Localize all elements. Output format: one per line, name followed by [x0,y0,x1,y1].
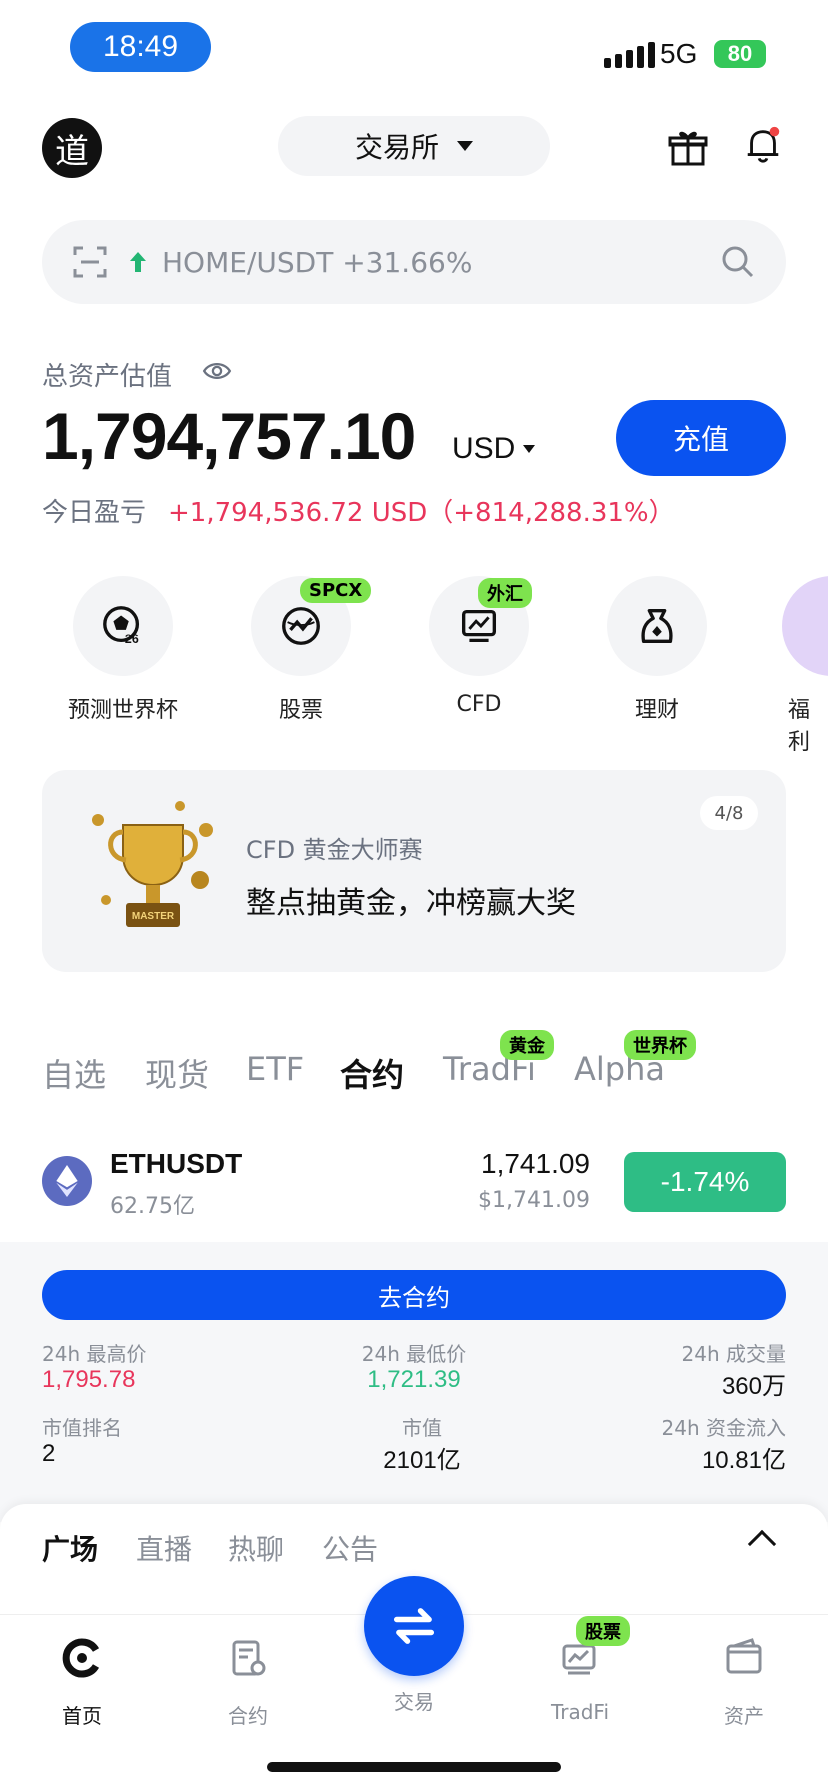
avatar[interactable]: 道 [42,118,102,178]
globe-chart-icon [282,607,320,645]
search-icon[interactable] [720,244,756,284]
stat-label: 24h 最高价 [42,1342,147,1366]
trophy-icon: MASTER [88,800,218,944]
money-bag-icon [641,608,673,644]
home-icon [62,1638,100,1678]
pnl-label: 今日盈亏 [42,498,147,528]
coin-symbol[interactable]: ETHUSDT [110,1148,242,1180]
nav-label: 合约 [228,1704,268,1728]
deposit-button[interactable]: 充值 [616,400,786,476]
bell-icon[interactable] [742,124,784,170]
swap-arrows-icon [393,1608,435,1644]
status-time: 18:49 [70,22,211,72]
tab-square[interactable]: 广场 [42,1528,98,1568]
nav-tradfi[interactable]: TradFi [520,1636,640,1724]
shortcut-icon-bg [607,576,707,676]
tab-hot-chat[interactable]: 热聊 [228,1528,284,1568]
wallet-icon [726,1638,762,1674]
stat-value-volume: 360万 [721,1373,786,1400]
shortcut-tag: 外汇 [478,578,532,608]
tab-live[interactable]: 直播 [136,1528,192,1568]
nav-trade-label-wrap[interactable]: 交易 [354,1686,474,1715]
coin-price: 1,741.09 [481,1148,590,1179]
shortcut-label: 理财 [634,698,679,723]
nav-label: 资产 [724,1704,764,1728]
tab-announcements[interactable]: 公告 [322,1528,378,1568]
battery-indicator: 80 [714,40,766,68]
shortcut-tag: SPCX [300,578,372,603]
exchange-switcher[interactable]: 交易所 [278,116,550,176]
network-type: 5G [660,38,698,69]
svg-text:26: 26 [125,632,139,646]
stat-value-mcap: 2101亿 [383,1447,461,1474]
tab-tag: 世界杯 [624,1030,696,1060]
shortcut-wealth[interactable]: 理财 [582,576,732,724]
chart-monitor-icon [461,609,497,643]
total-assets-label: 总资产估值 [42,356,172,393]
banner-title: 整点抽黄金，冲榜赢大奖 [246,886,576,921]
svg-text:MASTER: MASTER [132,911,175,922]
search-ticker: HOME/USDT +31.66% [162,246,473,279]
tab-tag: 黄金 [500,1030,554,1060]
trade-button[interactable] [364,1576,464,1676]
shortcut-world-cup[interactable]: 26 预测世界杯 [48,576,198,724]
stat-label: 24h 资金流入 [661,1416,786,1440]
nav-futures[interactable]: 合约 [188,1636,308,1729]
stat-value-high: 1,795.78 [42,1366,136,1393]
stat-label: 市值排名 [42,1416,122,1440]
exchange-label: 交易所 [354,131,439,164]
stat-label: 市值 [402,1416,442,1440]
shortcut-label: 预测世界杯 [67,698,178,723]
stat-label: 24h 成交量 [681,1342,786,1366]
scan-icon[interactable] [72,244,108,284]
shortcut-label: 福利 [788,698,811,755]
shortcut-label: 股票 [278,698,323,723]
trending-up-icon [126,250,150,278]
gift-icon[interactable] [666,126,710,174]
pnl-value: +1,794,536.72 USD（+814,288.31%） [168,498,675,528]
shortcut-icon-bg: 26 [73,576,173,676]
home-indicator [267,1762,561,1772]
coin-price-usd: $1,741.09 [478,1188,590,1213]
banner-subtitle: CFD 黄金大师赛 [246,836,423,864]
shortcut-label: CFD [456,692,502,717]
eye-icon[interactable] [202,360,232,386]
soccer-ball-icon: 26 [103,606,140,646]
rewards-icon [782,576,828,676]
stat-label: 24h 最低价 [361,1342,467,1366]
go-futures-button[interactable]: 去合约 [42,1270,786,1320]
total-assets-text: 总资产估值 [42,362,173,392]
ethereum-icon [42,1156,92,1206]
stat-value-inflow: 10.81亿 [701,1447,786,1474]
banner-counter: 4/8 [700,796,758,830]
nav-label: TradFi [550,1700,610,1724]
tab-favorites[interactable]: 自选 [42,1050,106,1096]
change-badge[interactable]: -1.74% [624,1152,786,1212]
balance-amount: 1,794,757.10 [42,399,416,473]
shortcut-rewards[interactable]: 福利 [760,576,828,756]
tab-etf[interactable]: ETF [246,1050,304,1088]
tab-futures[interactable]: 合约 [340,1050,404,1096]
nav-home[interactable]: 首页 [22,1636,142,1729]
nav-assets[interactable]: 资产 [684,1636,804,1729]
document-icon [232,1640,266,1676]
nav-label: 首页 [62,1704,102,1728]
currency-label: USD [452,432,516,465]
signal-icon [604,42,655,68]
stat-value-low: 1,721.39 [367,1366,461,1393]
tab-spot[interactable]: 现货 [145,1050,209,1096]
coin-market-cap: 62.75亿 [110,1194,195,1219]
nav-tag: 股票 [576,1616,630,1646]
caret-down-icon [457,141,473,151]
caret-down-icon [523,445,536,453]
nav-label: 交易 [394,1690,434,1714]
currency-selector[interactable]: USD [452,432,536,466]
stat-value-rank: 2 [42,1440,56,1467]
